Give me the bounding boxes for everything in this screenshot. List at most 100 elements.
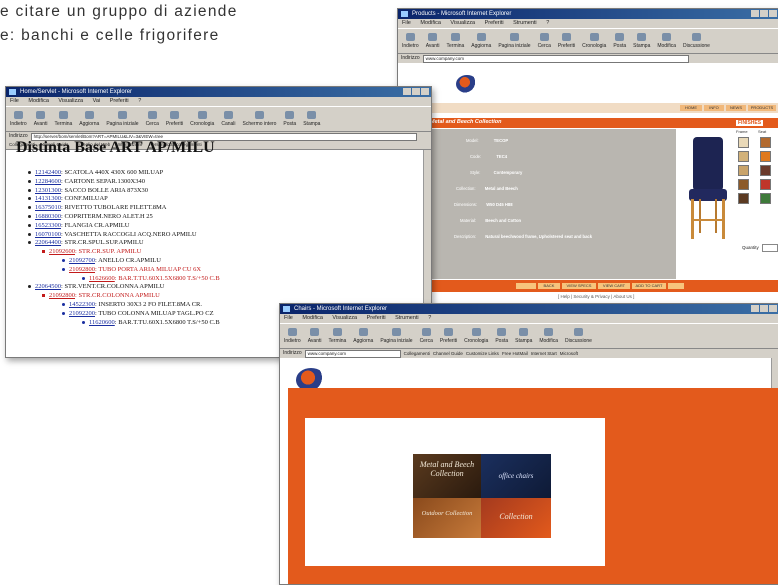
stop-button[interactable]: Termina [447, 33, 464, 49]
bom-item-code-link[interactable]: 12142400 [35, 169, 61, 176]
menu-favorites[interactable]: Preferiti [110, 98, 129, 104]
link-hotmail[interactable]: Free HotMail [502, 349, 528, 358]
menu-favorites[interactable]: Preferiti [485, 20, 504, 26]
close-button[interactable] [769, 10, 777, 17]
menu-edit[interactable]: Modifica [420, 20, 440, 26]
action-add-button[interactable]: ADD TO CART [632, 283, 666, 289]
menu-file[interactable]: File [402, 20, 411, 26]
finish-swatch[interactable] [738, 179, 749, 190]
collection-tile-outdoor[interactable]: Outdoor Collection [413, 498, 481, 538]
finish-swatch[interactable] [738, 165, 749, 176]
print-button[interactable]: Stampa [633, 33, 650, 49]
menu-file[interactable]: File [10, 98, 19, 104]
maximize-button[interactable] [760, 10, 768, 17]
bom-item-code-link[interactable]: 21092200 [69, 310, 95, 317]
nav-products[interactable]: PRODUCTS [748, 105, 776, 111]
bom-item-code-link[interactable]: 21092600 [49, 248, 75, 255]
menu-help[interactable]: ? [428, 315, 431, 321]
print-button[interactable]: Stampa [303, 111, 320, 127]
back-button[interactable]: Indietro [10, 111, 27, 127]
window-titlebar[interactable]: Chairs - Microsoft Internet Explorer [280, 304, 778, 314]
menu-view[interactable]: Visualizza [450, 20, 475, 26]
discuss-button[interactable]: Discussione [683, 33, 710, 49]
address-input[interactable]: www.company.com [422, 54, 689, 63]
collection-tile-office-chairs[interactable]: office chairs [481, 454, 551, 498]
fullscreen-button[interactable]: Schermo intero [243, 111, 276, 127]
edit-button[interactable]: Modifica [657, 33, 676, 49]
bom-item-code-link[interactable]: 12301300 [35, 187, 61, 194]
maximize-button[interactable] [760, 305, 768, 312]
bom-item-code-link[interactable]: 16880300 [35, 213, 61, 220]
link-microsoft[interactable]: Microsoft [560, 349, 578, 358]
history-button[interactable]: Cronologia [582, 33, 606, 49]
menu-tools[interactable]: Strumenti [395, 315, 419, 321]
bom-item-code-link[interactable]: 14522300 [69, 301, 95, 308]
menu-view[interactable]: Visualizza [58, 98, 83, 104]
refresh-button[interactable]: Aggiorna [471, 33, 491, 49]
link-channel-guide[interactable]: Channel Guide [433, 349, 463, 358]
minimize-button[interactable] [403, 88, 411, 95]
finish-swatch[interactable] [760, 137, 771, 148]
stop-button[interactable]: Termina [329, 328, 346, 344]
bom-item-code-link[interactable]: 11626600 [89, 275, 115, 282]
menu-help[interactable]: ? [138, 98, 141, 104]
back-button[interactable]: Indietro [284, 328, 301, 344]
bom-item-code-link[interactable]: 21092700 [69, 257, 95, 264]
menu-go[interactable]: Vai [93, 98, 101, 104]
menu-file[interactable]: File [284, 315, 293, 321]
minimize-button[interactable] [751, 305, 759, 312]
browser-window-product-catalog[interactable]: Products - Microsoft Internet Explorer F… [397, 8, 778, 304]
stop-button[interactable]: Termina [55, 111, 72, 127]
bom-item-code-link[interactable]: 22064500 [35, 283, 61, 290]
search-button[interactable]: Cerca [420, 328, 433, 344]
link-internet-start[interactable]: Internet Start [531, 349, 557, 358]
finish-swatch[interactable] [738, 151, 749, 162]
action-next-button[interactable] [668, 283, 684, 289]
bom-item-code-link[interactable]: 12284600 [35, 178, 61, 185]
home-button[interactable]: Pagina iniziale [498, 33, 531, 49]
home-button[interactable]: Pagina iniziale [380, 328, 413, 344]
back-button[interactable]: Indietro [402, 33, 419, 49]
finish-swatch[interactable] [760, 165, 771, 176]
window-titlebar[interactable]: Home/Servlet - Microsoft Internet Explor… [6, 87, 431, 97]
address-input[interactable]: www.company.com [304, 349, 401, 358]
mail-button[interactable]: Posta [283, 111, 296, 127]
forward-button[interactable]: Avanti [308, 328, 322, 344]
bom-item-code-link[interactable]: 14131300 [35, 195, 61, 202]
history-button[interactable]: Cronologia [464, 328, 488, 344]
mail-button[interactable]: Posta [613, 33, 626, 49]
menu-edit[interactable]: Modifica [28, 98, 48, 104]
bom-item-code-link[interactable]: 22064400 [35, 239, 61, 246]
action-cart-button[interactable]: VIEW CART [598, 283, 630, 289]
minimize-button[interactable] [751, 10, 759, 17]
finish-swatch[interactable] [738, 193, 749, 204]
menu-help[interactable]: ? [546, 20, 549, 26]
action-prev-button[interactable] [516, 283, 536, 289]
menu-favorites[interactable]: Preferiti [367, 315, 386, 321]
link-customize[interactable]: Customize Links [466, 349, 499, 358]
footer-links[interactable]: [ Help | Security & Privacy | About Us ] [558, 294, 634, 299]
channels-button[interactable]: Canali [221, 111, 236, 127]
bom-item-code-link[interactable]: 16523300 [35, 222, 61, 229]
window-titlebar[interactable]: Products - Microsoft Internet Explorer [398, 9, 778, 19]
bom-item-code-link[interactable]: 16375010 [35, 204, 61, 211]
collection-tile-metal-beech[interactable]: Metal and Beech Collection [413, 454, 481, 498]
edit-button[interactable]: Modifica [539, 328, 558, 344]
collection-tile-collection[interactable]: Collection [481, 498, 551, 538]
browser-window-chairs[interactable]: Chairs - Microsoft Internet Explorer Fil… [279, 303, 778, 585]
maximize-button[interactable] [412, 88, 420, 95]
bom-item-code-link[interactable]: 21092800 [49, 292, 75, 299]
search-button[interactable]: Cerca [538, 33, 551, 49]
finish-swatch[interactable] [738, 137, 749, 148]
print-button[interactable]: Stampa [515, 328, 532, 344]
menu-view[interactable]: Visualizza [332, 315, 357, 321]
menu-tools[interactable]: Strumenti [513, 20, 537, 26]
favorites-button[interactable]: Preferiti [558, 33, 575, 49]
bom-item-code-link[interactable]: 11620600 [89, 319, 115, 326]
bom-item-code-link[interactable]: 21092800 [69, 266, 95, 273]
nav-news[interactable]: NEWS [726, 105, 746, 111]
discuss-button[interactable]: Discussione [565, 328, 592, 344]
finish-swatch[interactable] [760, 193, 771, 204]
action-specs-button[interactable]: VIEW SPECS [562, 283, 596, 289]
bom-item-code-link[interactable]: 16070100 [35, 231, 61, 238]
